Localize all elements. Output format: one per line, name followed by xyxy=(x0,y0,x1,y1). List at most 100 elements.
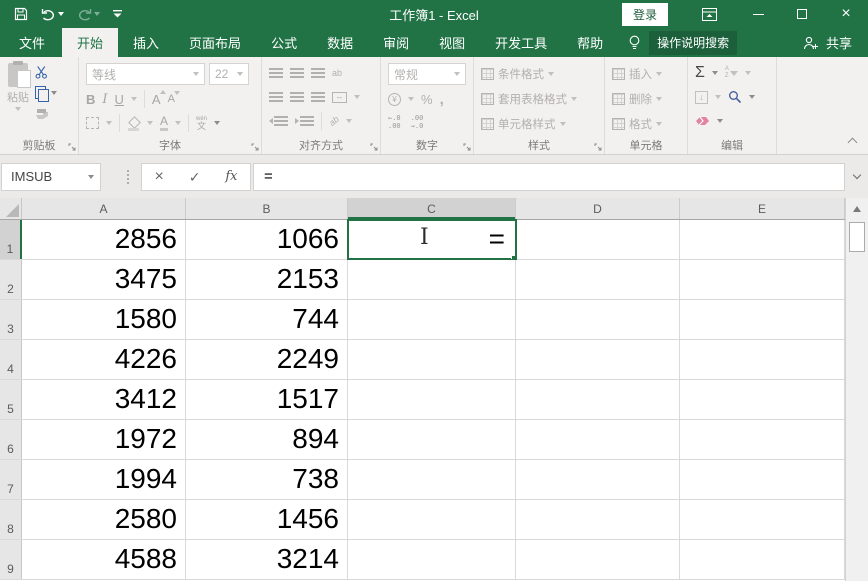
row-header-2[interactable]: 2 xyxy=(0,260,22,299)
sign-in-button[interactable]: 登录 xyxy=(622,3,668,26)
cell-e3[interactable] xyxy=(680,300,845,339)
font-name-combobox[interactable]: 等线 xyxy=(86,63,205,85)
formula-input[interactable]: = xyxy=(253,163,845,191)
cell-b2[interactable]: 2153 xyxy=(186,260,348,299)
cell-a6[interactable]: 1972 xyxy=(22,420,186,459)
cell-e7[interactable] xyxy=(680,460,845,499)
cell-d9[interactable] xyxy=(516,540,680,579)
save-icon[interactable] xyxy=(14,7,28,21)
column-header-e[interactable]: E xyxy=(680,198,845,219)
share-button[interactable]: 共享 xyxy=(803,28,868,57)
font-dialog-launcher-icon[interactable] xyxy=(251,143,259,151)
tab-review[interactable]: 审阅 xyxy=(368,28,424,57)
maximize-button[interactable] xyxy=(780,0,824,28)
cell-b1[interactable]: 1066 xyxy=(186,220,348,259)
enter-formula-icon[interactable]: ✓ xyxy=(189,170,201,184)
cell-a2[interactable]: 3475 xyxy=(22,260,186,299)
cell-c9[interactable] xyxy=(348,540,516,579)
select-all-button[interactable] xyxy=(0,198,22,219)
cell-d8[interactable] xyxy=(516,500,680,539)
fill-handle[interactable] xyxy=(511,255,516,259)
row-header-8[interactable]: 8 xyxy=(0,500,22,539)
name-box[interactable]: IMSUB xyxy=(1,163,101,191)
insert-function-icon[interactable]: fx xyxy=(225,169,237,184)
undo-button[interactable] xyxy=(41,8,64,21)
close-button[interactable]: × xyxy=(824,0,868,28)
tab-data[interactable]: 数据 xyxy=(312,28,368,57)
clear-dropdown-icon[interactable] xyxy=(717,119,723,123)
font-size-combobox[interactable]: 22 xyxy=(209,63,249,85)
cell-e8[interactable] xyxy=(680,500,845,539)
vertical-scrollbar[interactable] xyxy=(845,198,868,581)
cell-d1[interactable] xyxy=(516,220,680,259)
column-header-a[interactable]: A xyxy=(22,198,186,219)
cell-d2[interactable] xyxy=(516,260,680,299)
cut-button[interactable] xyxy=(35,65,57,79)
row-header-1[interactable]: 1 xyxy=(0,220,22,259)
row-header-6[interactable]: 6 xyxy=(0,420,22,459)
row-header-7[interactable]: 7 xyxy=(0,460,22,499)
collapse-ribbon-icon[interactable] xyxy=(848,138,858,148)
styles-dialog-launcher-icon[interactable] xyxy=(594,143,602,151)
tab-formulas[interactable]: 公式 xyxy=(256,28,312,57)
copy-button[interactable] xyxy=(35,86,57,100)
cell-b3[interactable]: 744 xyxy=(186,300,348,339)
clear-eraser-icon[interactable] xyxy=(695,116,710,126)
cell-d7[interactable] xyxy=(516,460,680,499)
copy-dropdown-icon[interactable] xyxy=(51,91,57,95)
minimize-button[interactable] xyxy=(736,0,780,28)
cell-a7[interactable]: 1994 xyxy=(22,460,186,499)
cell-b9[interactable]: 3214 xyxy=(186,540,348,579)
cell-c6[interactable] xyxy=(348,420,516,459)
cell-d3[interactable] xyxy=(516,300,680,339)
cell-b5[interactable]: 1517 xyxy=(186,380,348,419)
cell-d4[interactable] xyxy=(516,340,680,379)
number-format-combobox[interactable]: 常规 xyxy=(388,63,466,85)
row-header-9[interactable]: 9 xyxy=(0,540,22,579)
expand-formula-bar-button[interactable] xyxy=(845,163,868,191)
tab-help[interactable]: 帮助 xyxy=(562,28,618,57)
undo-dropdown-icon[interactable] xyxy=(58,12,64,16)
tab-file[interactable]: 文件 xyxy=(2,28,62,57)
column-header-c[interactable]: C xyxy=(348,198,516,219)
tab-view[interactable]: 视图 xyxy=(424,28,480,57)
cell-b7[interactable]: 738 xyxy=(186,460,348,499)
cell-e2[interactable] xyxy=(680,260,845,299)
autosum-icon[interactable]: Σ xyxy=(695,65,705,81)
customize-quick-access-icon[interactable] xyxy=(113,10,122,18)
cell-c5[interactable] xyxy=(348,380,516,419)
cell-e1[interactable] xyxy=(680,220,845,259)
column-header-d[interactable]: D xyxy=(516,198,680,219)
cell-a8[interactable]: 2580 xyxy=(22,500,186,539)
tab-developer[interactable]: 开发工具 xyxy=(480,28,562,57)
cell-e5[interactable] xyxy=(680,380,845,419)
row-header-4[interactable]: 4 xyxy=(0,340,22,379)
number-dialog-launcher-icon[interactable] xyxy=(463,143,471,151)
cell-e6[interactable] xyxy=(680,420,845,459)
alignment-dialog-launcher-icon[interactable] xyxy=(370,143,378,151)
tab-page-layout[interactable]: 页面布局 xyxy=(174,28,256,57)
tell-me-search[interactable]: 操作说明搜索 xyxy=(628,28,737,57)
cell-a4[interactable]: 4226 xyxy=(22,340,186,379)
clipboard-dialog-launcher-icon[interactable] xyxy=(68,143,76,151)
cell-e9[interactable] xyxy=(680,540,845,579)
cell-e4[interactable] xyxy=(680,340,845,379)
cell-c2[interactable] xyxy=(348,260,516,299)
cell-a9[interactable]: 4588 xyxy=(22,540,186,579)
scrollbar-thumb[interactable] xyxy=(849,222,865,252)
cancel-formula-icon[interactable]: × xyxy=(154,169,163,185)
scroll-up-button[interactable] xyxy=(846,198,868,219)
cell-d6[interactable] xyxy=(516,420,680,459)
cell-d5[interactable] xyxy=(516,380,680,419)
cell-a3[interactable]: 1580 xyxy=(22,300,186,339)
tab-insert[interactable]: 插入 xyxy=(118,28,174,57)
find-select-dropdown-icon[interactable] xyxy=(749,95,755,99)
row-header-5[interactable]: 5 xyxy=(0,380,22,419)
find-select-icon[interactable] xyxy=(728,90,742,104)
column-header-b[interactable]: B xyxy=(186,198,348,219)
name-box-dropdown-icon[interactable] xyxy=(88,175,94,179)
tab-home[interactable]: 开始 xyxy=(62,28,118,57)
ribbon-display-options-icon[interactable] xyxy=(692,1,726,27)
row-header-3[interactable]: 3 xyxy=(0,300,22,339)
active-cell-c1[interactable]: = I xyxy=(348,220,516,259)
